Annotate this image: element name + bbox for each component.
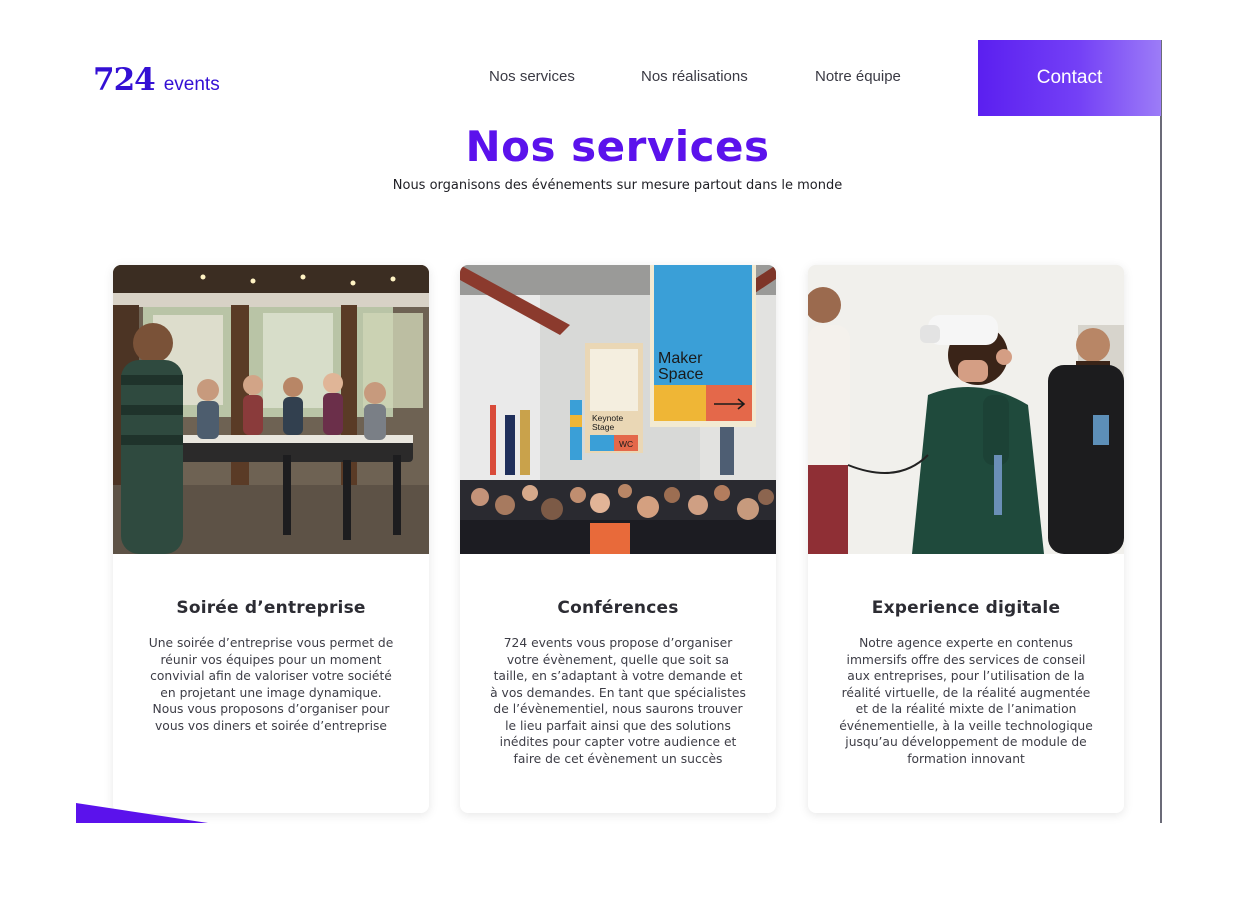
card-title: Soirée d’entreprise bbox=[176, 598, 366, 618]
page-subtitle: Nous organisons des événements sur mesur… bbox=[392, 178, 843, 193]
nav-link-equipe[interactable]: Notre équipe bbox=[815, 68, 901, 85]
page: 724 events Nos services Nos réalisations… bbox=[0, 0, 1239, 900]
service-card-conferences[interactable]: Maker Space Keynote Stage WC Conférences… bbox=[460, 265, 776, 813]
sign-maker-space: Maker Space bbox=[658, 350, 703, 383]
nav-link-services[interactable]: Nos services bbox=[489, 68, 575, 85]
conference-photo: Maker Space Keynote Stage WC bbox=[460, 265, 776, 554]
page-title: Nos services bbox=[465, 122, 770, 171]
maker-space-sign: Maker Space bbox=[650, 265, 756, 427]
card-description: Notre agence experte en contenus immersi… bbox=[839, 636, 1093, 766]
vr-headset-photo bbox=[808, 265, 1124, 554]
card-title: Experience digitale bbox=[871, 598, 1061, 618]
card-title: Conférences bbox=[557, 598, 679, 618]
decorative-wedge bbox=[76, 803, 208, 823]
contact-button[interactable]: Contact bbox=[978, 40, 1161, 116]
logo[interactable]: 724 events bbox=[93, 62, 220, 98]
keynote-stage-sign: Keynote Stage WC bbox=[585, 343, 643, 453]
nav-link-realisations[interactable]: Nos réalisations bbox=[641, 68, 748, 85]
card-description: 724 events vous propose d’organiser votr… bbox=[490, 636, 746, 766]
logo-word: events bbox=[163, 74, 220, 95]
dinner-party-photo bbox=[113, 265, 429, 554]
service-card-soiree[interactable]: Soirée d’entreprise Une soirée d’entrepr… bbox=[113, 265, 429, 813]
card-description: Une soirée d’entreprise vous permet de r… bbox=[148, 636, 394, 733]
svg-text:WC: WC bbox=[619, 439, 633, 449]
service-card-digital[interactable]: Experience digitale Notre agence experte… bbox=[808, 265, 1124, 813]
logo-number: 724 bbox=[93, 62, 156, 98]
